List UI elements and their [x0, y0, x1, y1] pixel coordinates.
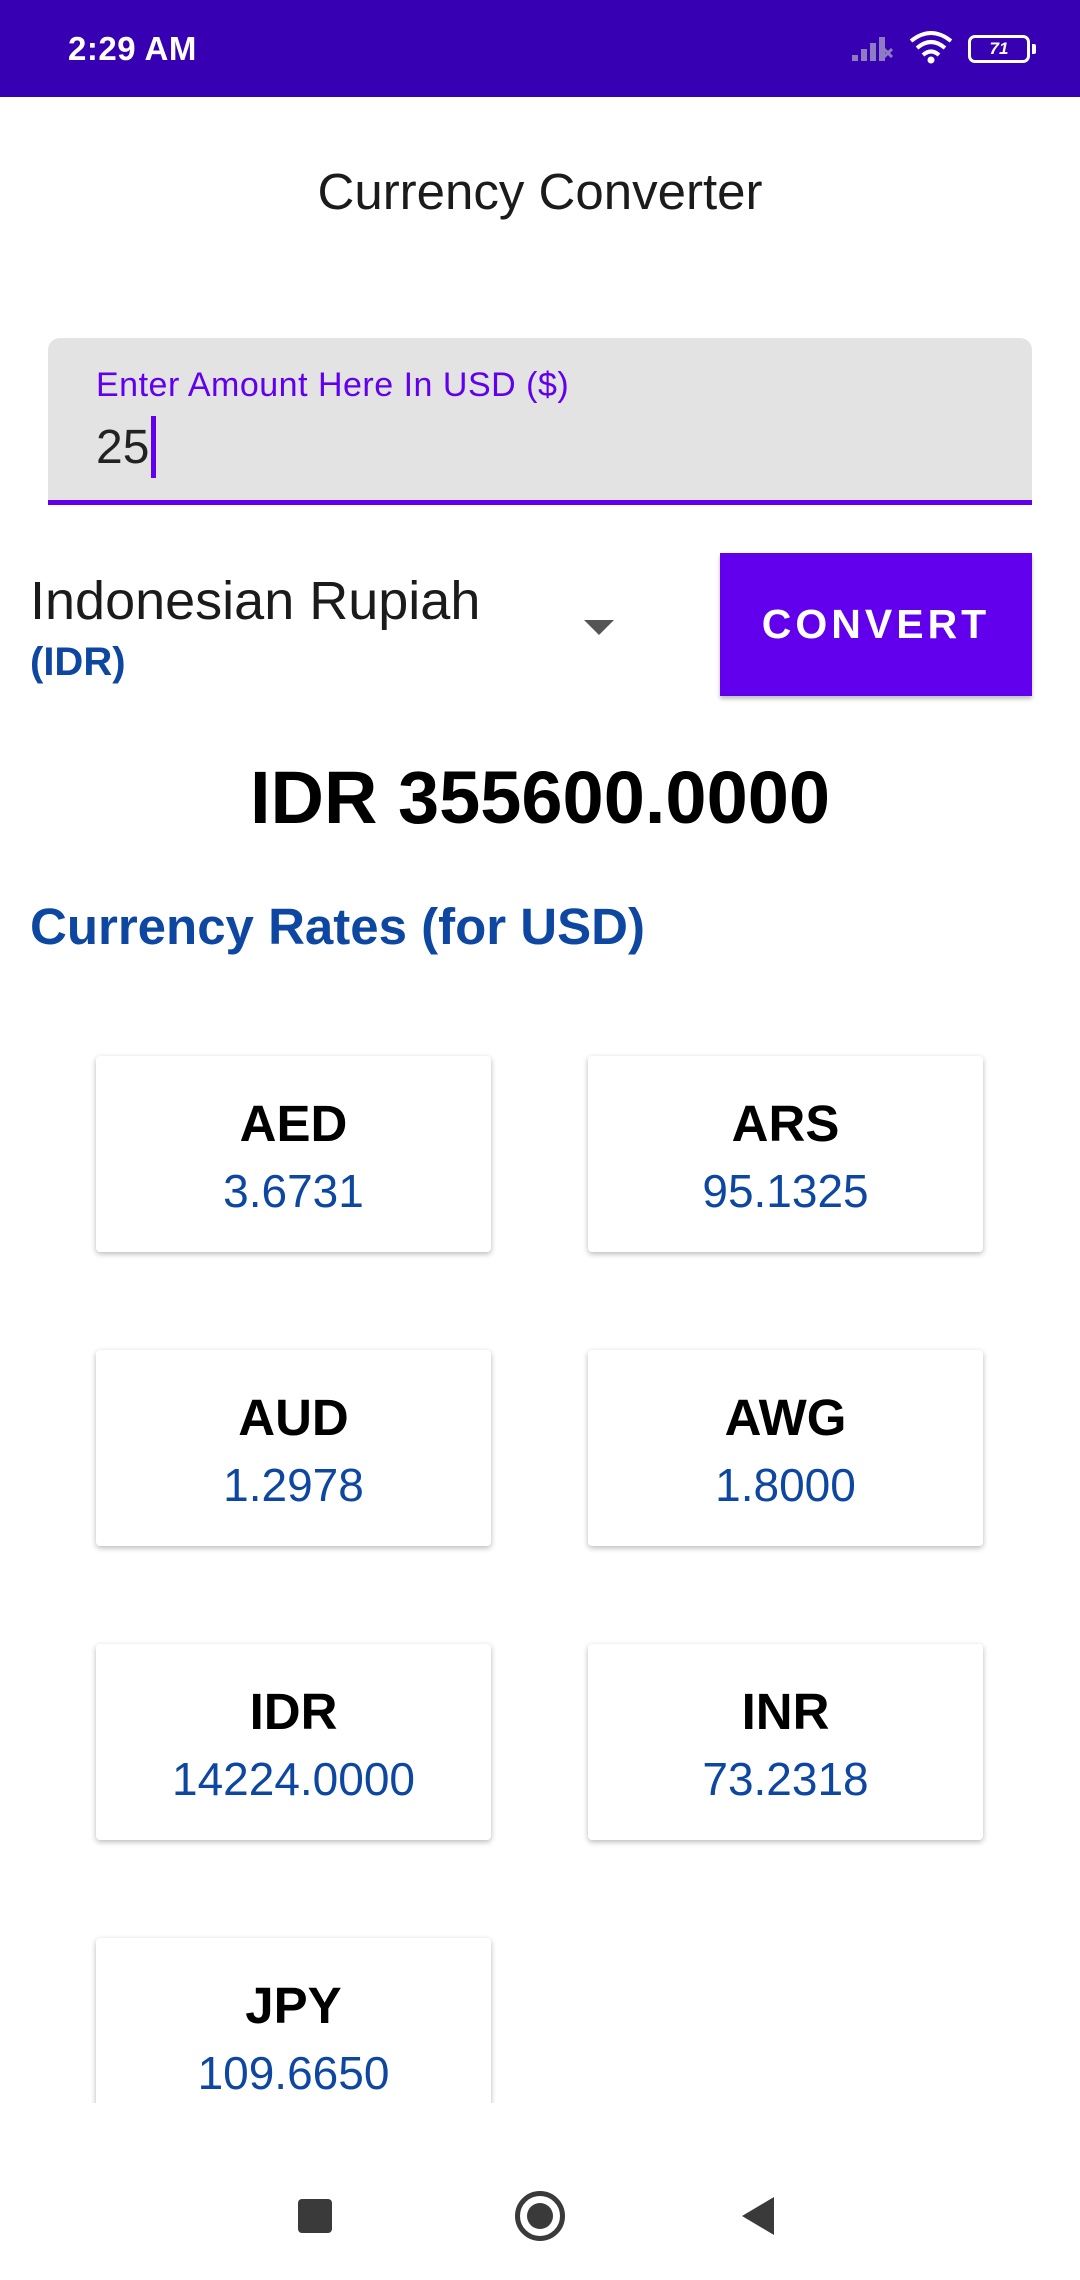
- wifi-icon: [908, 30, 954, 69]
- rate-value: 109.6650: [197, 2047, 390, 2099]
- status-bar: 2:29 AM 71: [0, 0, 1080, 97]
- rate-value: 3.6731: [223, 1165, 364, 1217]
- convert-button[interactable]: CONVERT: [720, 553, 1032, 696]
- rate-code: AED: [239, 1095, 348, 1152]
- selected-currency-code: (IDR): [30, 640, 126, 684]
- recents-icon[interactable]: [298, 2199, 332, 2233]
- amount-input[interactable]: 25: [96, 416, 157, 478]
- rate-value: 14224.0000: [171, 1753, 416, 1805]
- rate-card[interactable]: ARS 95.1325: [588, 1056, 983, 1252]
- rate-code: JPY: [245, 1977, 342, 2034]
- rate-code: ARS: [731, 1095, 840, 1152]
- conversion-result: IDR 355600.0000: [249, 756, 831, 839]
- home-icon[interactable]: [515, 2191, 565, 2241]
- signal-icon: [850, 31, 894, 68]
- rate-value: 1.8000: [715, 1459, 856, 1511]
- rate-value: 95.1325: [702, 1165, 869, 1217]
- rate-code: AWG: [724, 1389, 847, 1446]
- back-icon[interactable]: [742, 2197, 774, 2235]
- currency-dropdown[interactable]: Indonesian Rupiah (IDR): [30, 560, 630, 700]
- rate-card[interactable]: AED 3.6731: [96, 1056, 491, 1252]
- rates-header: Currency Rates (for USD): [30, 898, 645, 955]
- rates-list[interactable]: AED 3.6731 ARS 95.1325 AUD 1.2978 AWG 1.…: [0, 1000, 1080, 2103]
- page-title: Currency Converter: [317, 163, 763, 220]
- amount-input-value: 25: [96, 420, 150, 474]
- rate-code: INR: [741, 1683, 830, 1740]
- screen: 2:29 AM 71 Currency Converter Enter Amou…: [0, 0, 1080, 2280]
- rate-card[interactable]: AUD 1.2978: [96, 1350, 491, 1546]
- navigation-bar: [0, 2103, 1080, 2280]
- rate-code: IDR: [249, 1683, 338, 1740]
- battery-icon: 71: [968, 35, 1036, 63]
- chevron-down-icon: [584, 620, 614, 635]
- rate-code: AUD: [238, 1389, 349, 1446]
- rate-value: 1.2978: [223, 1459, 364, 1511]
- text-cursor: [151, 416, 157, 478]
- rate-card[interactable]: JPY 109.6650: [96, 1938, 491, 2103]
- rate-card[interactable]: INR 73.2318: [588, 1644, 983, 1840]
- amount-field[interactable]: Enter Amount Here In USD ($) 25: [48, 338, 1032, 505]
- status-icons: 71: [850, 28, 1036, 70]
- rate-value: 73.2318: [702, 1753, 869, 1805]
- amount-field-label: Enter Amount Here In USD ($): [96, 366, 570, 404]
- rate-card[interactable]: AWG 1.8000: [588, 1350, 983, 1546]
- selected-currency-name: Indonesian Rupiah: [30, 571, 481, 631]
- status-time: 2:29 AM: [68, 30, 197, 67]
- rate-card[interactable]: IDR 14224.0000: [96, 1644, 491, 1840]
